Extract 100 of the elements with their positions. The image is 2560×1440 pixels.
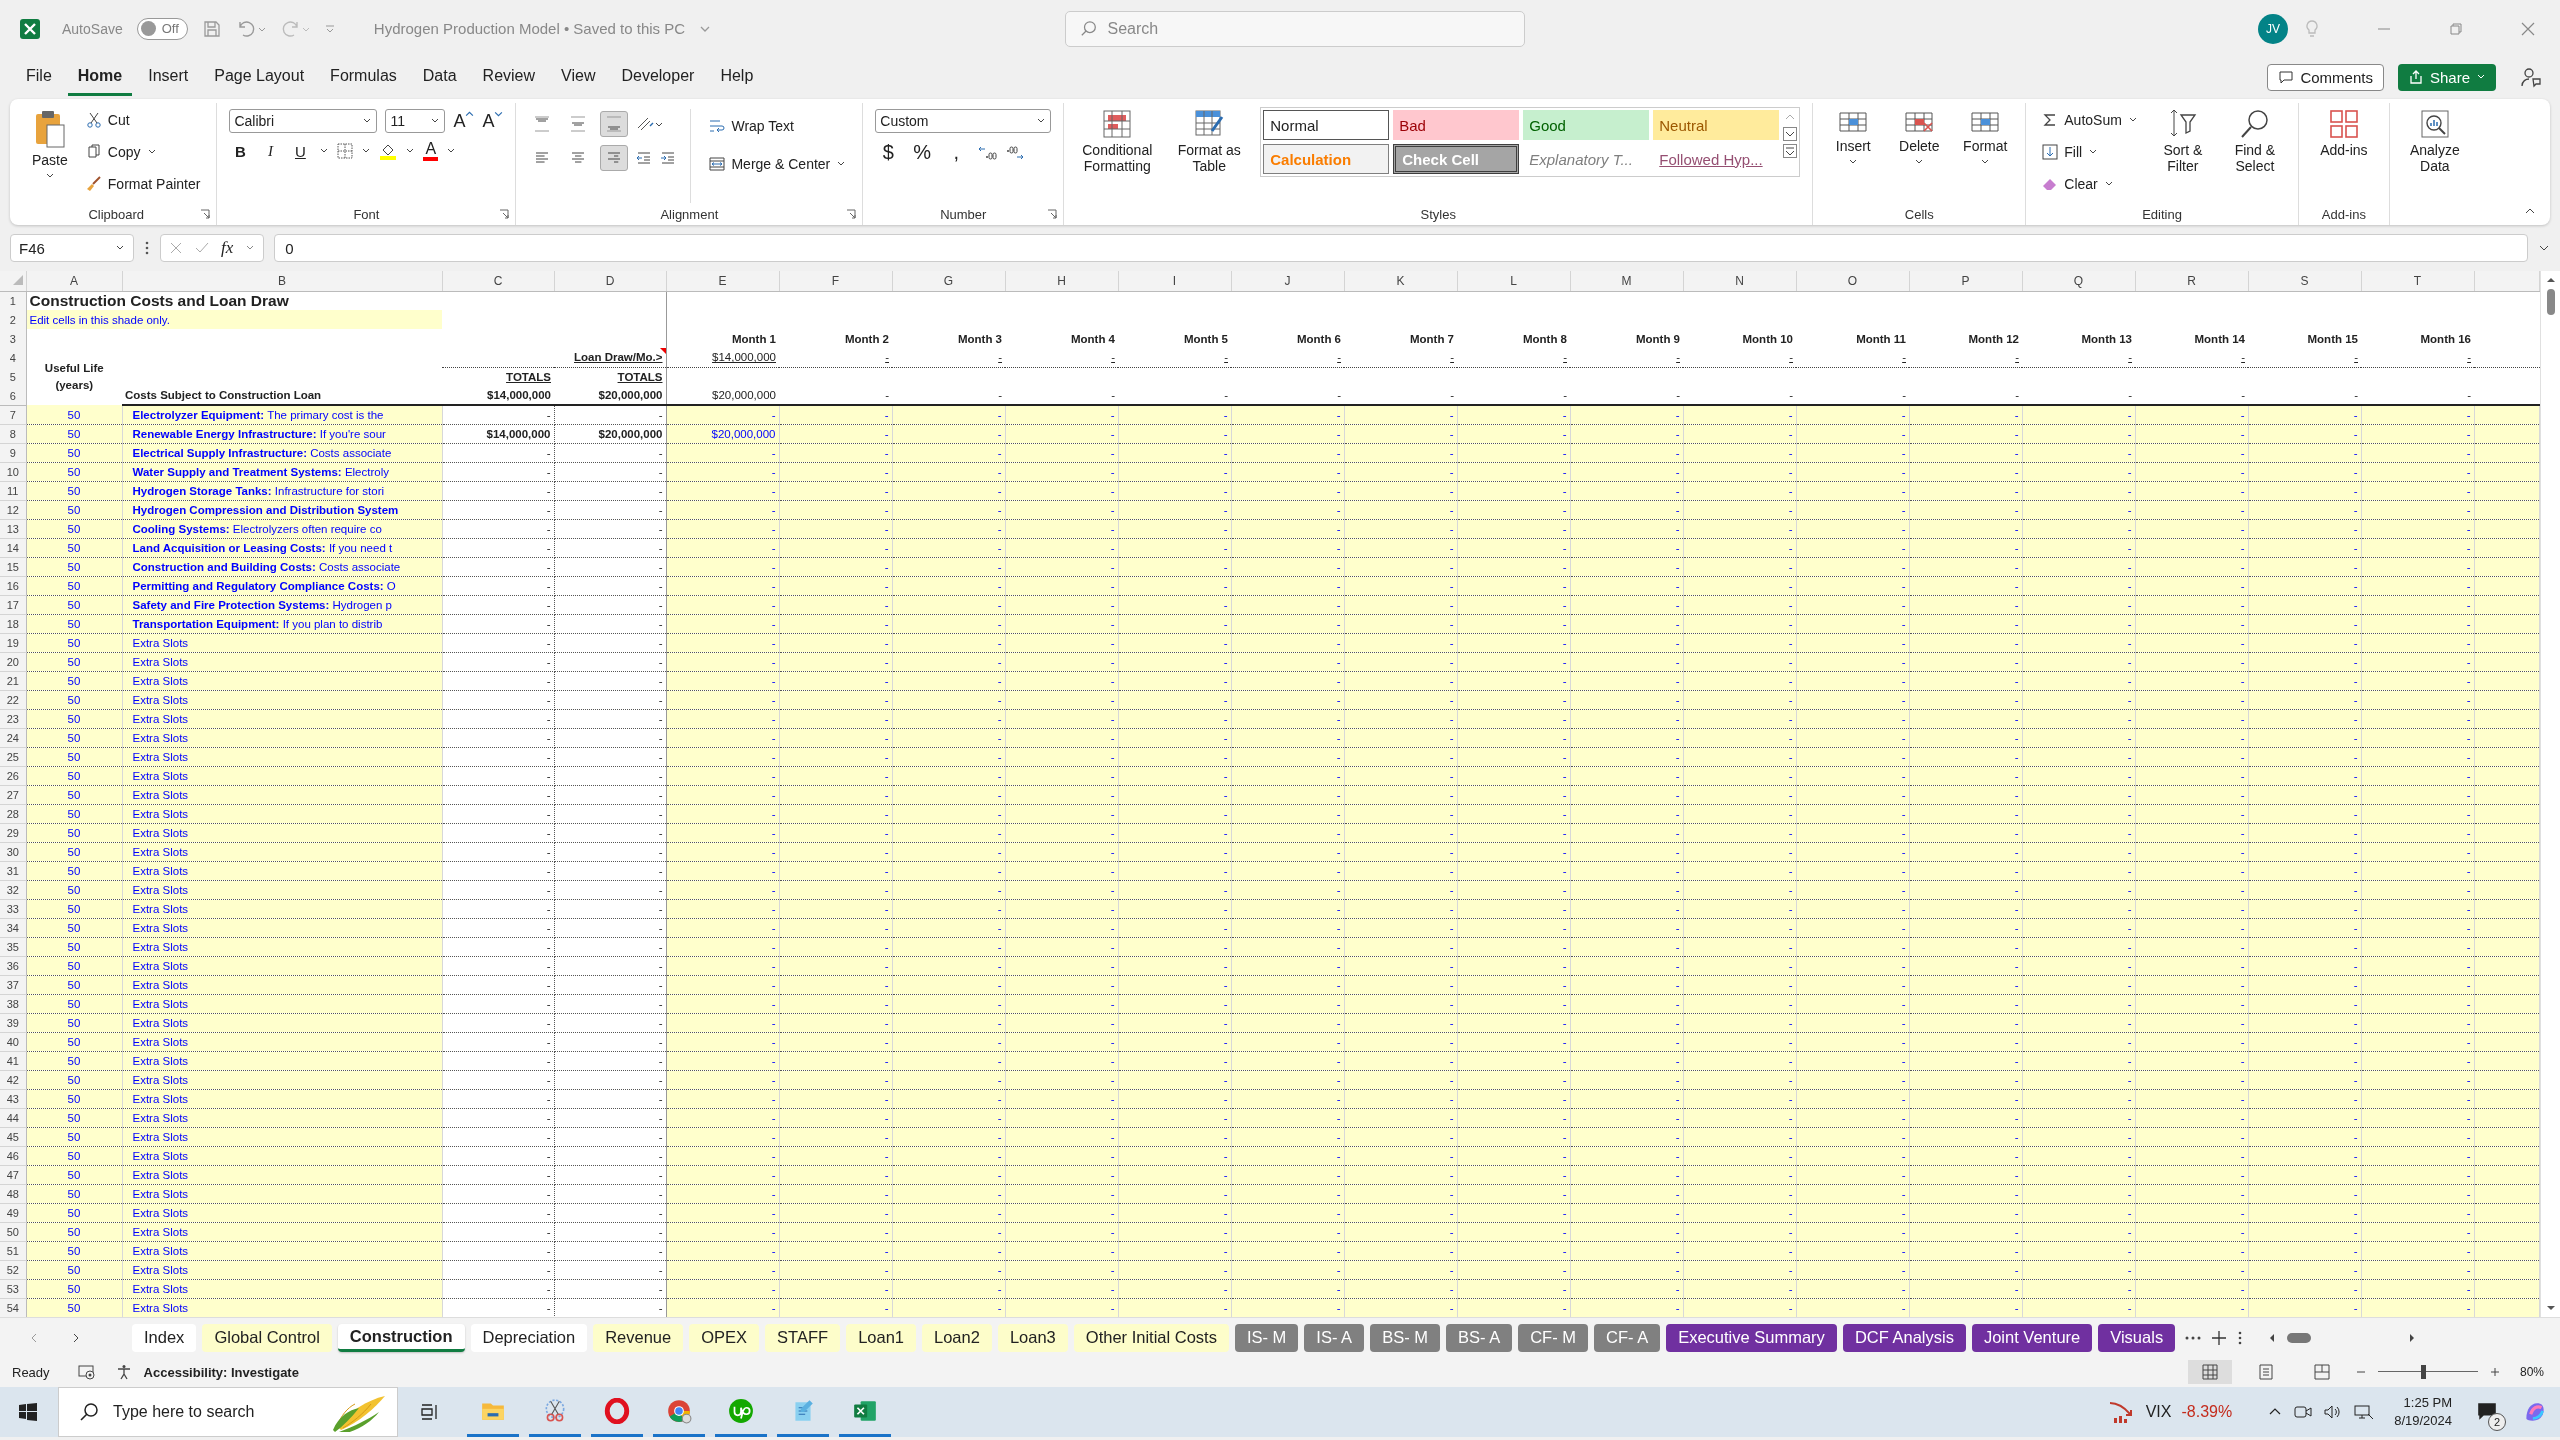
- menu-tab[interactable]: Help: [710, 58, 764, 96]
- insert-cells-button[interactable]: Insert: [1825, 105, 1882, 172]
- menu-tab[interactable]: Developer: [611, 58, 705, 96]
- formula-field[interactable]: 0: [274, 234, 2528, 262]
- row-header[interactable]: 4: [0, 348, 26, 367]
- horizontal-align-button[interactable]: [600, 145, 629, 171]
- number-format-button[interactable]: ,: [943, 141, 970, 164]
- sheet-tab[interactable]: BS- A: [1445, 1323, 1513, 1352]
- text-orientation-icon[interactable]: [636, 116, 663, 132]
- sheet-tab[interactable]: CF- M: [1518, 1323, 1588, 1352]
- format-as-table-button[interactable]: Format as Table: [1168, 105, 1251, 179]
- scroll-down-icon[interactable]: [1783, 127, 1798, 141]
- column-header[interactable]: P: [1909, 271, 2022, 291]
- sheet-tab[interactable]: Construction: [337, 1323, 465, 1352]
- clock-time[interactable]: 1:25 PM: [2403, 1394, 2452, 1412]
- task-view-icon[interactable]: [420, 1402, 440, 1422]
- more-options-icon[interactable]: [144, 240, 150, 256]
- italic-button[interactable]: I: [259, 142, 282, 160]
- expand-gallery-icon[interactable]: [1783, 144, 1798, 158]
- format-painter-button[interactable]: Format Painter: [81, 169, 205, 199]
- scroll-thumb[interactable]: [2546, 289, 2555, 315]
- borders-icon[interactable]: [337, 143, 354, 159]
- column-header[interactable]: A: [26, 271, 122, 291]
- sheet-tab[interactable]: CF- A: [1594, 1323, 1661, 1352]
- column-header[interactable]: R: [2135, 271, 2248, 291]
- find-select-button[interactable]: Find & Select: [2223, 105, 2286, 179]
- decrease-font-button[interactable]: A: [482, 110, 504, 132]
- network-icon[interactable]: [2354, 1404, 2375, 1420]
- column-header[interactable]: I: [1118, 271, 1231, 291]
- column-header[interactable]: D: [554, 271, 666, 291]
- cell-style-option[interactable]: Explanatory T...: [1523, 144, 1650, 174]
- share-button[interactable]: Share: [2397, 63, 2496, 91]
- speaker-icon[interactable]: [2324, 1404, 2343, 1420]
- font-color-button[interactable]: A: [423, 141, 439, 161]
- dialog-launcher-icon[interactable]: [200, 209, 211, 219]
- scroll-up-icon[interactable]: [2545, 275, 2556, 285]
- zoom-in-icon[interactable]: [2489, 1367, 2500, 1377]
- sort-filter-button[interactable]: Sort & Filter: [2151, 105, 2214, 179]
- sheet-tab[interactable]: BS- M: [1370, 1323, 1440, 1352]
- column-header[interactable]: F: [779, 271, 892, 291]
- customize-caret-icon[interactable]: [323, 22, 336, 35]
- ticker-symbol[interactable]: VIX: [2145, 1403, 2172, 1421]
- sheet-tab[interactable]: OPEX: [689, 1323, 760, 1352]
- increase-decimal-icon[interactable]: [977, 144, 998, 161]
- sheet-tab[interactable]: Global Control: [202, 1323, 332, 1352]
- number-format-dropdown[interactable]: Custom: [875, 109, 1052, 133]
- merge-center-button[interactable]: Merge & Center: [705, 149, 851, 179]
- save-icon[interactable]: [201, 18, 222, 39]
- delete-cells-button[interactable]: Delete: [1891, 105, 1948, 172]
- row-header[interactable]: 5: [0, 367, 26, 386]
- column-header[interactable]: K: [1344, 271, 1457, 291]
- column-header[interactable]: E: [666, 271, 779, 291]
- macro-recorder-icon[interactable]: [77, 1364, 96, 1380]
- column-header[interactable]: O: [1796, 271, 1909, 291]
- taskbar-search-field[interactable]: Type here to search: [58, 1387, 398, 1437]
- decrease-indent-icon[interactable]: [636, 150, 653, 166]
- wrap-text-button[interactable]: Wrap Text: [705, 111, 851, 141]
- cell-style-option[interactable]: Bad: [1393, 110, 1520, 140]
- ring-icon[interactable]: [604, 1397, 630, 1424]
- menu-tab[interactable]: Page Layout: [204, 58, 315, 96]
- row-header[interactable]: 3: [0, 329, 26, 348]
- number-format-button[interactable]: %: [909, 141, 936, 164]
- sheet-tab[interactable]: Index: [132, 1323, 197, 1352]
- accessibility-status[interactable]: Accessibility: Investigate: [143, 1364, 299, 1380]
- conditional-formatting-button[interactable]: Conditional Formatting: [1076, 105, 1159, 179]
- spreadsheet-app-icon[interactable]: [18, 16, 42, 41]
- check-icon[interactable]: [195, 241, 209, 255]
- menu-tab[interactable]: Data: [412, 58, 467, 96]
- start-icon[interactable]: [18, 1402, 38, 1422]
- dialog-launcher-icon[interactable]: [846, 209, 857, 219]
- fill-color-icon[interactable]: [379, 142, 398, 160]
- more-options-icon[interactable]: [2237, 1329, 2244, 1346]
- format-cells-button[interactable]: Format: [1957, 105, 2014, 172]
- add-ins-button[interactable]: Add-ins: [2310, 105, 2377, 163]
- sheet-tab[interactable]: Revenue: [593, 1323, 684, 1352]
- ticker-change[interactable]: -8.39%: [2181, 1403, 2233, 1421]
- sheet-tab[interactable]: IS- A: [1304, 1323, 1365, 1352]
- sheet-tab[interactable]: STAFF: [765, 1323, 841, 1352]
- cut-button[interactable]: Cut: [81, 105, 205, 135]
- normal-view-icon[interactable]: [2187, 1360, 2232, 1384]
- coauthor-icon[interactable]: [2520, 66, 2542, 88]
- column-header[interactable]: G: [892, 271, 1005, 291]
- cell-style-option[interactable]: Neutral: [1653, 110, 1780, 140]
- zoom-level[interactable]: 80%: [2519, 1365, 2544, 1379]
- cancel-icon[interactable]: [169, 241, 183, 255]
- round-app-icon[interactable]: [728, 1397, 754, 1424]
- add-sheet-icon[interactable]: [2211, 1329, 2228, 1346]
- scroll-thumb[interactable]: [2287, 1332, 2312, 1343]
- scroll-down-icon[interactable]: [2545, 1303, 2556, 1313]
- menu-tab[interactable]: View: [551, 58, 606, 96]
- cell-style-option[interactable]: Followed Hyp...: [1653, 144, 1780, 174]
- sheet-tab[interactable]: Joint Venture: [1971, 1323, 2093, 1352]
- insert-function-button[interactable]: fx: [221, 238, 234, 258]
- row-header[interactable]: 7: [0, 405, 26, 425]
- user-avatar[interactable]: JV: [2258, 13, 2288, 44]
- name-box[interactable]: F46: [10, 234, 134, 262]
- sheet-tab[interactable]: DCF Analysis: [1842, 1323, 1966, 1352]
- browser-icon[interactable]: [666, 1397, 692, 1424]
- column-header[interactable]: B: [122, 271, 442, 291]
- vertical-align-button[interactable]: [600, 111, 629, 137]
